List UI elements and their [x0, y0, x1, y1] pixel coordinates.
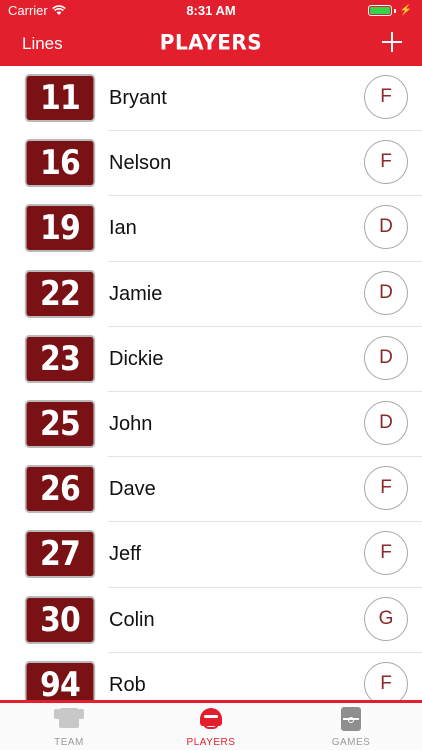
- player-row[interactable]: 26 Dave F: [0, 457, 422, 523]
- position-button[interactable]: F: [364, 661, 408, 700]
- player-row[interactable]: 30 Colin G: [0, 588, 422, 653]
- player-row[interactable]: 22 Jamie D: [0, 262, 422, 327]
- jersey-number-badge: 11: [24, 74, 96, 122]
- tab-team[interactable]: TEAM: [14, 705, 124, 751]
- player-row[interactable]: 19 Ian D: [0, 196, 422, 262]
- page-title: PLAYERS: [159, 29, 263, 55]
- player-row[interactable]: 27 Jeff F: [0, 522, 422, 588]
- position-button[interactable]: F: [364, 75, 408, 119]
- player-name: Dickie: [109, 347, 164, 370]
- jersey-icon: [54, 705, 84, 731]
- position-button[interactable]: F: [364, 466, 408, 511]
- battery-icon: ⚡: [367, 5, 412, 16]
- player-row[interactable]: 25 John D: [0, 392, 422, 458]
- jersey-number-badge: 94: [24, 660, 96, 700]
- status-bar: Carrier 8:31 AM ⚡: [0, 0, 422, 22]
- player-row[interactable]: 94 Rob F: [0, 653, 422, 700]
- position-button[interactable]: F: [364, 140, 408, 185]
- player-name: Rob: [109, 673, 146, 696]
- helmet-icon: [199, 705, 223, 731]
- player-name: Ian: [109, 217, 137, 240]
- position-button[interactable]: D: [364, 270, 408, 315]
- player-name: Colin: [109, 608, 155, 631]
- jersey-number-badge: 16: [24, 139, 96, 188]
- jersey-number-badge: 22: [24, 269, 96, 318]
- player-row[interactable]: 16 Nelson F: [0, 131, 422, 197]
- jersey-number-badge: 23: [24, 334, 96, 383]
- player-name: John: [109, 412, 153, 435]
- player-name: Bryant: [109, 87, 167, 109]
- player-name: Jamie: [109, 282, 163, 305]
- player-row[interactable]: 11 Bryant F: [0, 66, 422, 132]
- rink-icon: [339, 705, 363, 731]
- jersey-number-badge: 19: [24, 204, 96, 253]
- position-button[interactable]: D: [364, 205, 408, 250]
- navigation-bar: Lines PLAYERS: [0, 22, 422, 66]
- jersey-number-badge: 25: [24, 399, 96, 448]
- player-row[interactable]: 23 Dickie D: [0, 327, 422, 393]
- player-name: Nelson: [109, 152, 172, 175]
- jersey-number-badge: 26: [24, 465, 96, 514]
- position-button[interactable]: G: [364, 596, 408, 641]
- app-header: Carrier 8:31 AM ⚡ Lines PLAYERS: [0, 0, 422, 66]
- tab-players[interactable]: PLAYERS: [156, 705, 266, 751]
- position-button[interactable]: D: [364, 400, 408, 445]
- status-time: 8:31 AM: [186, 3, 236, 18]
- tab-label: PLAYERS: [186, 737, 236, 748]
- position-button[interactable]: F: [364, 531, 408, 576]
- add-player-button[interactable]: [380, 30, 404, 54]
- tab-bar: TEAM PLAYERS GAMES: [0, 700, 422, 750]
- tab-label: TEAM: [54, 737, 84, 748]
- jersey-number-badge: 30: [24, 595, 96, 644]
- position-button[interactable]: D: [364, 335, 408, 380]
- tab-games[interactable]: GAMES: [296, 705, 406, 751]
- player-name: Dave: [109, 478, 156, 501]
- charging-icon: ⚡: [399, 5, 412, 16]
- tab-label: GAMES: [331, 737, 371, 748]
- player-name: Jeff: [109, 543, 141, 566]
- player-list[interactable]: 11 Bryant F 16 Nelson F 19 Ian D 22 Jami…: [0, 66, 422, 700]
- jersey-number-badge: 27: [24, 530, 96, 579]
